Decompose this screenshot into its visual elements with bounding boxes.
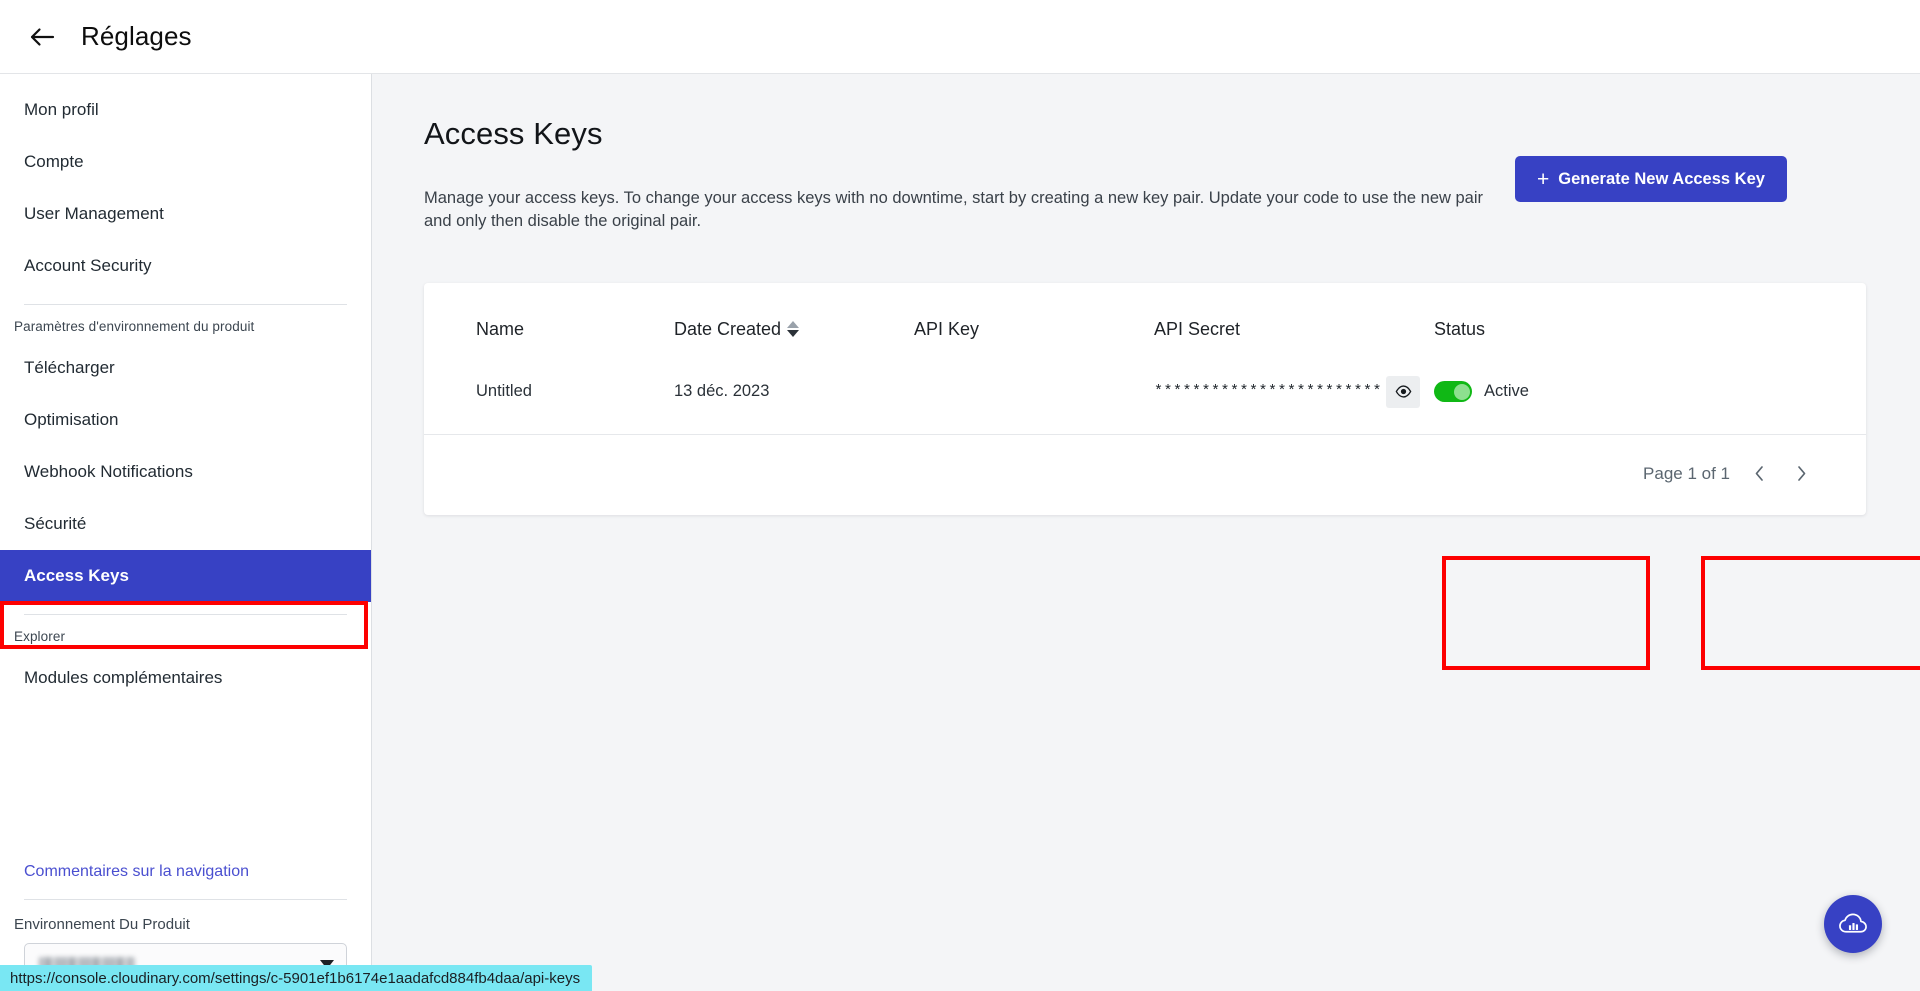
generate-new-access-key-button[interactable]: + Generate New Access Key (1515, 156, 1787, 202)
page-title-header: Réglages (81, 21, 192, 51)
sidebar-item-label: Sécurité (24, 514, 87, 533)
sidebar-item-label: Webhook Notifications (24, 462, 193, 481)
product-environment-label: Environnement Du Produit (14, 916, 190, 933)
settings-page: Réglages Mon profil Compte User Manageme… (0, 0, 1920, 991)
sidebar-item-optimisation[interactable]: Optimisation (0, 394, 371, 446)
cloudinary-cloud-icon[interactable] (1824, 895, 1882, 953)
sidebar-item-account-security[interactable]: Account Security (0, 240, 371, 292)
status-toggle[interactable] (1434, 381, 1472, 403)
column-header-status: Status (1434, 283, 1866, 362)
sidebar-group-label-product-settings: Paramètres d'environnement du produit (14, 319, 255, 334)
page-description: Manage your access keys. To change your … (424, 188, 1484, 231)
sidebar-item-telecharger[interactable]: Télécharger (0, 342, 371, 394)
column-label: API Key (914, 318, 980, 339)
status-bar-url: https://console.cloudinary.com/settings/… (0, 965, 593, 991)
back-arrow-icon[interactable] (25, 20, 59, 54)
main-content: Access Keys Manage your access keys. To … (372, 74, 1920, 991)
cell-api-secret: ************************ (1154, 361, 1434, 435)
navigation-feedback-link[interactable]: Commentaires sur la navigation (0, 847, 371, 899)
status-label: Active (1484, 382, 1529, 401)
sidebar-scroll-area: Mon profil Compte User Management Accoun… (0, 74, 371, 847)
pagination: Page 1 of 1 (424, 435, 1866, 515)
cell-date-created: 13 déc. 2023 (674, 361, 914, 435)
cell-name: Untitled (424, 361, 674, 435)
table-header-row: Name Date Created API Key API Secret Sta… (424, 283, 1866, 362)
generate-button-label: Generate New Access Key (1558, 169, 1765, 188)
pagination-text: Page 1 of 1 (1643, 463, 1730, 483)
toggle-knob (1453, 383, 1470, 400)
sidebar-item-access-keys[interactable]: Access Keys (0, 550, 371, 602)
sort-updown-icon[interactable] (787, 321, 800, 338)
column-label: API Secret (1154, 318, 1241, 339)
chevron-left-icon[interactable] (1746, 461, 1772, 487)
sidebar-divider-1 (24, 304, 347, 305)
column-label: Status (1434, 318, 1486, 339)
sidebar-item-label: Compte (24, 152, 84, 171)
annotation-box-api-key-column (1442, 555, 1650, 670)
column-label: Name (476, 318, 525, 339)
status-bar-url-text: https://console.cloudinary.com/settings/… (10, 969, 581, 987)
settings-sidebar: Mon profil Compte User Management Accoun… (0, 74, 372, 991)
column-header-api-key: API Key (914, 283, 1154, 362)
annotation-box-api-secret-column (1701, 555, 1920, 670)
sidebar-item-user-management[interactable]: User Management (0, 188, 371, 240)
sidebar-item-modules-complementaires[interactable]: Modules complémentaires (0, 652, 371, 704)
body-split: Mon profil Compte User Management Accoun… (0, 74, 1920, 991)
sidebar-item-mon-profil[interactable]: Mon profil (0, 84, 371, 136)
sidebar-item-securite[interactable]: Sécurité (0, 498, 371, 550)
sidebar-item-label: Mon profil (24, 100, 99, 119)
table-row: Untitled 13 déc. 2023 ******************… (424, 361, 1866, 435)
cell-status: Active (1434, 361, 1866, 435)
column-header-date-created[interactable]: Date Created (674, 283, 914, 362)
api-secret-masked-value: ************************ (1154, 383, 1383, 401)
description-row: Manage your access keys. To change your … (424, 156, 1868, 251)
column-header-name: Name (424, 283, 674, 362)
table-body: Untitled 13 déc. 2023 ******************… (424, 361, 1866, 435)
table-head: Name Date Created API Key API Secret Sta… (424, 283, 1866, 362)
eye-icon[interactable] (1386, 375, 1420, 408)
sidebar-group-label-explorer: Explorer (14, 629, 66, 644)
sidebar-item-label: Account Security (24, 256, 152, 275)
top-bar: Réglages (0, 0, 1920, 74)
access-keys-table: Name Date Created API Key API Secret Sta… (424, 283, 1866, 435)
column-label: Date Created (674, 318, 782, 339)
chevron-right-icon[interactable] (1788, 461, 1814, 487)
sidebar-item-label: Access Keys (24, 566, 129, 585)
sidebar-item-label: Télécharger (24, 358, 115, 377)
access-keys-card: Name Date Created API Key API Secret Sta… (424, 282, 1920, 670)
page-title: Access Keys (424, 116, 603, 151)
sidebar-item-compte[interactable]: Compte (0, 136, 371, 188)
cell-api-key (914, 361, 1154, 435)
sidebar-item-webhook-notifications[interactable]: Webhook Notifications (0, 446, 371, 498)
sidebar-item-label: User Management (24, 204, 164, 223)
plus-icon: + (1537, 167, 1550, 191)
sidebar-divider-2 (24, 614, 347, 615)
sidebar-item-label: Optimisation (24, 410, 119, 429)
sidebar-item-label: Modules complémentaires (24, 668, 223, 687)
column-header-api-secret: API Secret (1154, 283, 1434, 362)
